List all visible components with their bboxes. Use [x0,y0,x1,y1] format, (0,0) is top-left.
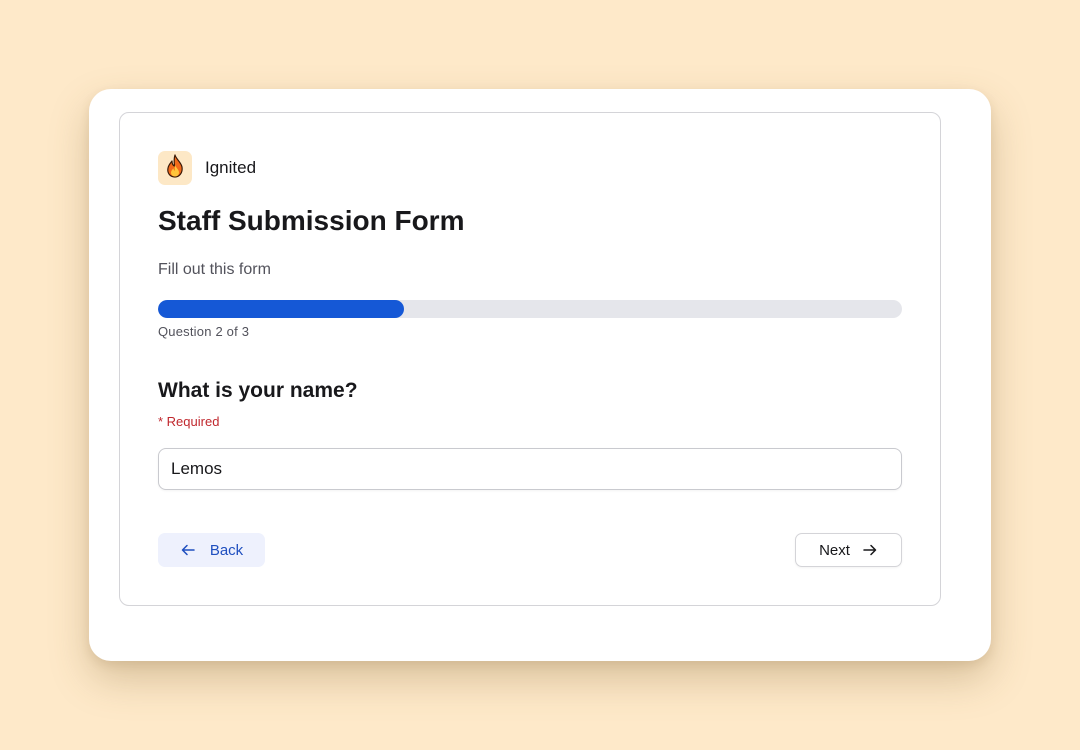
required-note: * Required [158,414,220,429]
question-title: What is your name? [158,379,358,402]
name-input[interactable] [158,448,902,490]
flame-icon [165,153,185,183]
arrow-left-icon [180,542,196,558]
back-button-label: Back [209,541,244,559]
progress-label: Question 2 of 3 [158,324,250,339]
form-card: Ignited Staff Submission Form Fill out t… [119,112,941,606]
next-button-label: Next [819,541,850,559]
progress-bar [158,300,902,318]
brand-name: Ignited [205,158,257,177]
form-description: Fill out this form [158,261,271,278]
back-button[interactable]: Back [158,533,265,567]
form-title: Staff Submission Form [158,205,465,236]
progress-bar-fill [158,300,404,318]
brand-header: Ignited [158,151,256,185]
brand-logo [158,151,192,185]
outer-card: Ignited Staff Submission Form Fill out t… [89,89,991,661]
next-button[interactable]: Next [795,533,902,567]
arrow-right-icon [862,542,878,558]
